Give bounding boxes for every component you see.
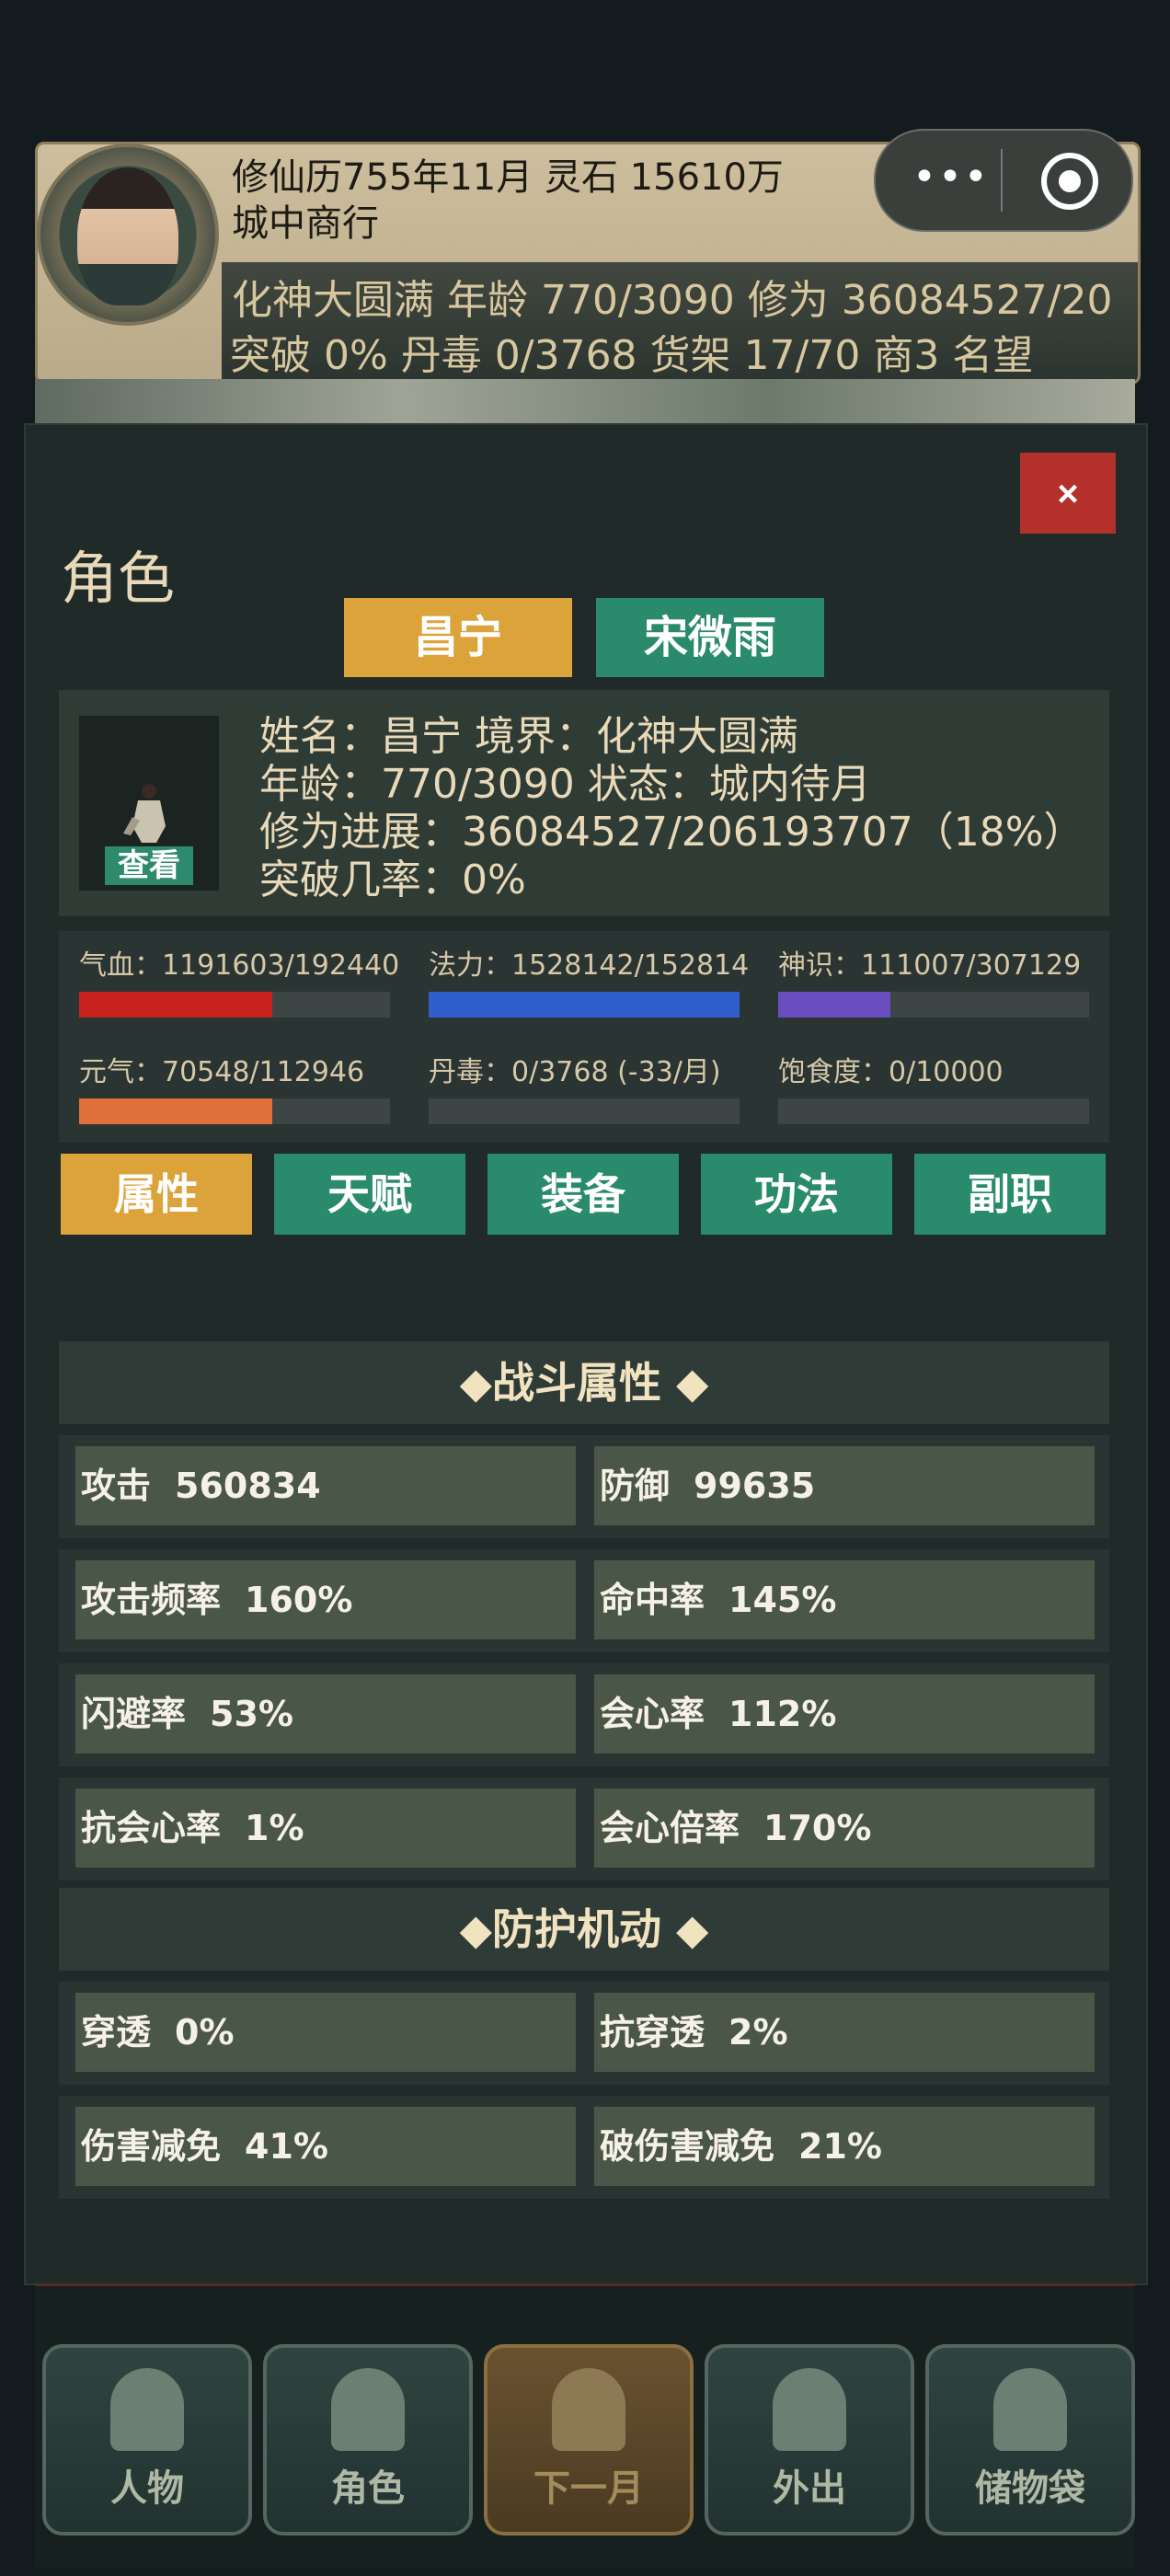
- nav-button[interactable]: 储物袋: [925, 2344, 1135, 2536]
- vital-bar-fill: [79, 1098, 272, 1124]
- bag-icon: [993, 2368, 1067, 2451]
- attribute-value: 145%: [728, 1580, 837, 1620]
- profile-breakthrough: 突破几率：0%: [259, 857, 526, 903]
- attribute-name: 会心倍率: [600, 1808, 740, 1848]
- person-icon: [110, 2368, 184, 2451]
- vital-bar-fill: [778, 992, 890, 1018]
- attribute-cell: 破伤害减免 21%: [594, 2107, 1095, 2186]
- char-tab-songweiyu[interactable]: 宋微雨: [596, 598, 824, 677]
- nav-label: 人物: [110, 2467, 184, 2510]
- attribute-name: 破伤害减免: [600, 2126, 775, 2167]
- character-icon: [331, 2368, 405, 2451]
- nav-label: 下一月: [533, 2467, 644, 2510]
- vital-bar: [79, 1098, 390, 1124]
- attribute-value: 21%: [798, 2126, 882, 2167]
- nav-label: 外出: [773, 2467, 846, 2510]
- attribute-name: 攻击: [81, 1466, 152, 1506]
- attribute-cell: 抗穿透 2%: [594, 1993, 1095, 2072]
- attribute-value: 99635: [694, 1466, 816, 1506]
- defense-section-title: ◆防护机动 ◆: [59, 1888, 1109, 1971]
- attribute-cell: 伤害减免 41%: [75, 2107, 576, 2186]
- vital-bar: [429, 992, 740, 1018]
- char-tab-changning[interactable]: 昌宁: [344, 598, 572, 677]
- attribute-name: 闪避率: [81, 1694, 187, 1734]
- hud-location: 城中商行: [232, 202, 379, 245]
- character-portrait: 查看: [79, 716, 219, 891]
- attribute-name: 防御: [600, 1466, 671, 1506]
- attribute-cell: 会心倍率 170%: [594, 1788, 1095, 1868]
- flag-icon: [552, 2368, 625, 2451]
- player-avatar[interactable]: [37, 144, 219, 326]
- attribute-value: 41%: [245, 2126, 328, 2167]
- attribute-cell: 闪避率 53%: [75, 1674, 576, 1754]
- attribute-name: 命中率: [600, 1580, 705, 1620]
- capsule-divider: [1001, 149, 1003, 212]
- sub-tab[interactable]: 功法: [701, 1154, 892, 1235]
- nav-button[interactable]: 人物: [42, 2344, 252, 2536]
- nav-button[interactable]: 外出: [705, 2344, 914, 2536]
- vital-bar: [429, 1098, 740, 1124]
- sub-tab[interactable]: 属性: [61, 1154, 252, 1235]
- attribute-name: 穿透: [81, 2012, 152, 2053]
- hud-realm-age: 化神大圆满 年龄 770/3090 修为 36084527/20: [232, 277, 1113, 324]
- miniprogram-capsule: •••: [874, 129, 1133, 232]
- attribute-value: 560834: [175, 1466, 321, 1506]
- vital-label: 神识：111007/307129: [778, 949, 1082, 982]
- nav-button[interactable]: 下一月: [484, 2344, 694, 2536]
- hud-breakthrough: 突破 0% 丹毒 0/3768 货架 17/70 商3 名望: [230, 332, 1034, 379]
- avatar-portrait: [77, 167, 178, 305]
- vital-label: 元气：70548/112946: [79, 1056, 365, 1088]
- attribute-value: 0%: [175, 2012, 235, 2053]
- attribute-name: 抗会心率: [81, 1808, 222, 1848]
- attribute-cell: 抗会心率 1%: [75, 1788, 576, 1868]
- vital-bar: [79, 992, 390, 1018]
- attribute-cell: 穿透 0%: [75, 1993, 576, 2072]
- nav-label: 角色: [331, 2467, 405, 2510]
- attribute-cell: 会心率 112%: [594, 1674, 1095, 1754]
- attribute-cell: 攻击 560834: [75, 1446, 576, 1525]
- record-icon[interactable]: [1041, 153, 1098, 210]
- close-button[interactable]: ×: [1020, 453, 1116, 534]
- cultivator-figure-icon: [123, 784, 166, 843]
- attribute-value: 112%: [728, 1694, 837, 1734]
- sub-tab[interactable]: 天赋: [274, 1154, 465, 1235]
- scenery-strip: [35, 379, 1135, 423]
- attribute-cell: 攻击频率 160%: [75, 1560, 576, 1639]
- attribute-name: 会心率: [600, 1694, 705, 1734]
- travel-icon: [773, 2368, 846, 2451]
- attribute-name: 伤害减免: [81, 2126, 222, 2167]
- nav-label: 储物袋: [975, 2467, 1085, 2510]
- panel-title: 角色: [61, 545, 176, 612]
- vital-label: 法力：1528142/152814: [429, 949, 750, 982]
- attribute-value: 170%: [763, 1808, 872, 1848]
- sub-tab[interactable]: 装备: [488, 1154, 679, 1235]
- sub-tab[interactable]: 副职: [914, 1154, 1106, 1235]
- vital-bar-fill: [79, 992, 272, 1018]
- attribute-value: 160%: [245, 1580, 353, 1620]
- attribute-cell: 命中率 145%: [594, 1560, 1095, 1639]
- view-button[interactable]: 查看: [105, 846, 193, 885]
- attribute-name: 抗穿透: [600, 2012, 705, 2053]
- more-icon[interactable]: •••: [912, 157, 990, 198]
- attribute-value: 53%: [210, 1694, 293, 1734]
- vital-bar: [778, 992, 1089, 1018]
- attribute-value: 2%: [728, 2012, 788, 2053]
- attribute-value: 1%: [245, 1808, 304, 1848]
- vital-bar-fill: [429, 992, 740, 1018]
- nav-button[interactable]: 角色: [263, 2344, 473, 2536]
- vital-label: 丹毒：0/3768 (-33/月): [429, 1056, 721, 1088]
- attribute-cell: 防御 99635: [594, 1446, 1095, 1525]
- combat-section-title: ◆战斗属性 ◆: [59, 1341, 1109, 1424]
- vital-bar: [778, 1098, 1089, 1124]
- vital-label: 饱食度：0/10000: [778, 1056, 1004, 1088]
- attribute-name: 攻击频率: [81, 1580, 222, 1620]
- vital-label: 气血：1191603/192440: [79, 949, 400, 982]
